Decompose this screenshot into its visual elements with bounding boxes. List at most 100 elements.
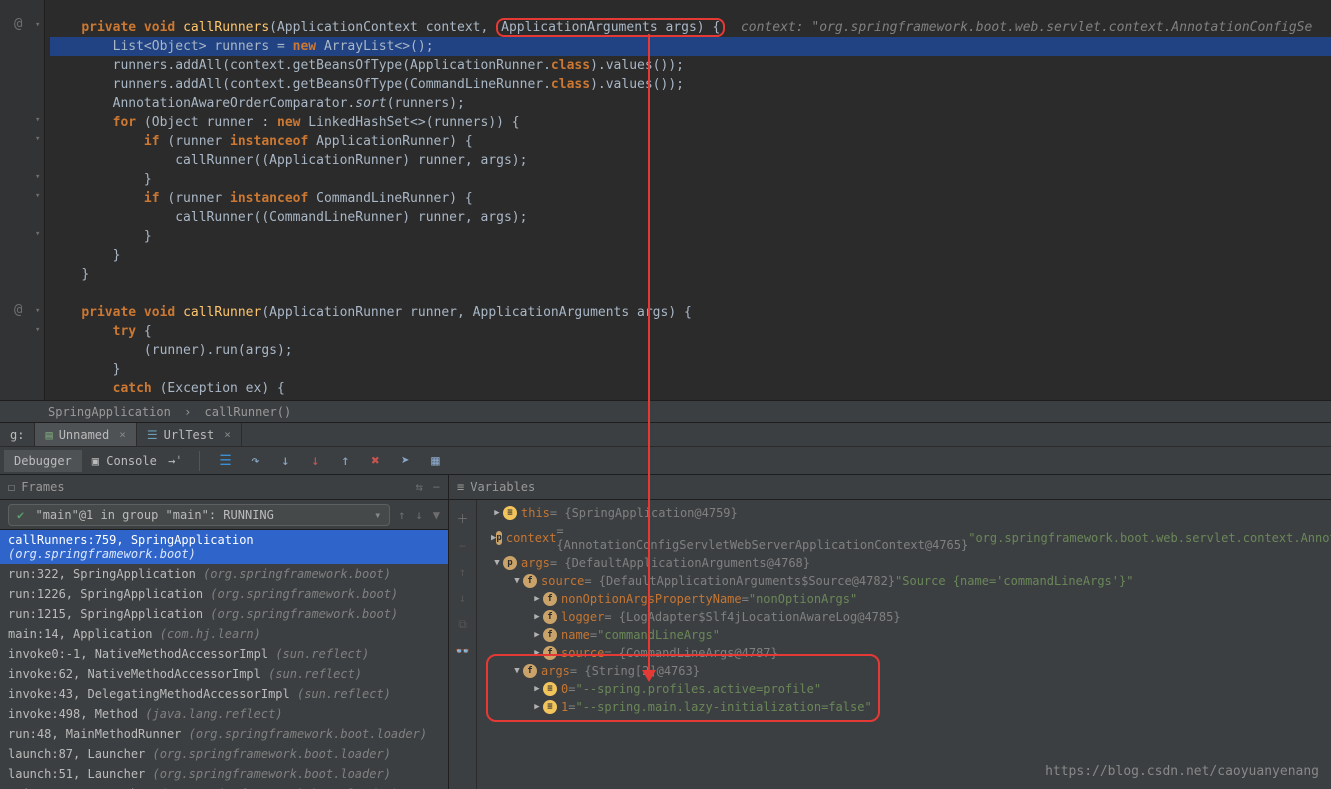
fold-icon[interactable]: ▾ [35,20,40,30]
console-tab[interactable]: ▣ Console →ˈ [82,450,193,472]
breadcrumb-item[interactable]: SpringApplication [48,405,171,419]
code-line: } [50,360,1331,379]
stack-frame[interactable]: run:1215, SpringApplication (org.springf… [0,604,448,624]
stack-frame[interactable]: invoke:498, Method (java.lang.reflect) [0,704,448,724]
fold-icon[interactable]: ▾ [35,306,40,316]
stack-frame[interactable]: main:14, Application (com.hj.learn) [0,624,448,644]
stack-frame[interactable]: callRunners:759, SpringApplication (org.… [0,530,448,564]
breadcrumb-item[interactable]: callRunner() [205,405,292,419]
remove-watch-icon[interactable]: − [459,539,466,553]
fold-icon[interactable]: ▾ [35,191,40,201]
step-over-icon[interactable]: ↷ [248,453,264,469]
code-line-highlighted: List<Object> runners = new ArrayList<>()… [50,37,1331,56]
next-frame-icon[interactable]: ↓ [416,508,423,522]
code-line: if (runner instanceof ApplicationRunner)… [50,132,1331,151]
collapse-icon[interactable]: ▼ [491,558,503,568]
fold-icon[interactable]: ▾ [35,229,40,239]
frames-list[interactable]: callRunners:759, SpringApplication (org.… [0,530,448,789]
expand-icon[interactable]: ▶ [531,702,543,712]
add-watch-icon[interactable]: ＋ [456,510,468,527]
var-source2[interactable]: ▶fsource = {CommandLineArgs@4787} [477,644,1331,662]
frames-panel-header: ☐ Frames ⇆ − [0,474,448,500]
code-line: runners.addAll(context.getBeansOfType(Ap… [50,56,1331,75]
restore-icon[interactable]: ⇆ [416,480,423,494]
field-icon: f [523,664,537,678]
breadcrumb[interactable]: SpringApplication › callRunner() [0,400,1331,422]
hide-icon[interactable]: − [433,480,440,494]
stack-frame[interactable]: run:322, SpringApplication (org.springfr… [0,564,448,584]
http-icon: ☰ [147,428,158,442]
stack-frame[interactable]: invoke:62, NativeMethodAccessorImpl (sun… [0,664,448,684]
tab-urltest[interactable]: ☰ UrlTest × [137,423,242,446]
var-name-field[interactable]: ▶fname = "commandLineArgs" [477,626,1331,644]
var-context[interactable]: ▶pcontext = {AnnotationConfigServletWebS… [477,522,1331,554]
stack-frame[interactable]: launch:87, Launcher (org.springframework… [0,744,448,764]
stack-frame[interactable]: invoke0:-1, NativeMethodAccessorImpl (su… [0,644,448,664]
fold-icon[interactable]: ▾ [35,115,40,125]
console-icon: ▣ [92,454,106,468]
stack-frame[interactable]: run:1226, SpringApplication (org.springf… [0,584,448,604]
expand-icon[interactable]: ▶ [491,508,503,518]
tool-tabs: g: ▤ Unnamed × ☰ UrlTest × [0,422,1331,446]
var-args[interactable]: ▼pargs = {DefaultApplicationArguments@47… [477,554,1331,572]
frames-icon: ☐ [8,480,15,494]
stack-frame[interactable]: run:48, MainMethodRunner (org.springfram… [0,724,448,744]
editor-gutter: @ ▾ ▾ ▾ ▾ ▾ ▾ @ ▾ ▾ [0,0,45,400]
step-into-icon[interactable]: ↓ [278,453,294,469]
fold-icon[interactable]: ▾ [35,172,40,182]
up-icon[interactable]: ↑ [459,565,466,579]
layout-icon[interactable]: ☰ [218,453,234,469]
fold-icon[interactable]: ▾ [35,325,40,335]
code-line: private void callRunner(ApplicationRunne… [50,303,1331,322]
var-logger[interactable]: ▶flogger = {LogAdapter$Slf4jLocationAwar… [477,608,1331,626]
expand-icon[interactable]: ▶ [531,594,543,604]
filter-icon[interactable]: ▼ [433,508,440,522]
force-step-into-icon[interactable]: ↓ [308,453,324,469]
prev-frame-icon[interactable]: ↑ [398,508,405,522]
code-line: if (runner instanceof CommandLineRunner)… [50,189,1331,208]
code-line: catch (Exception ex) { [50,379,1331,398]
stack-frame[interactable]: launch:51, Launcher (org.springframework… [0,764,448,784]
drop-frame-icon[interactable]: ✖ [368,453,384,469]
var-nonoption[interactable]: ▶fnonOptionArgsPropertyName = "nonOption… [477,590,1331,608]
expand-icon[interactable]: ▶ [531,648,543,658]
code-line: } [50,265,1331,284]
copy-icon[interactable]: ⧉ [458,617,467,632]
expand-icon[interactable]: ▶ [531,612,543,622]
evaluate-icon[interactable]: ▦ [428,453,444,469]
code-line: try { [50,322,1331,341]
var-source[interactable]: ▼fsource = {DefaultApplicationArguments$… [477,572,1331,590]
vars-icon: ≡ [457,480,464,494]
expand-icon[interactable]: ▶ [531,684,543,694]
var-array-0[interactable]: ▶≡0 = "--spring.profiles.active=profile" [477,680,1331,698]
thread-selector[interactable]: ✔ "main"@1 in group "main": RUNNING ▾ [8,504,390,526]
stack-frame[interactable]: main:52, JarLauncher (org.springframewor… [0,784,448,789]
code-line: for (Object runner : new LinkedHashSet<>… [50,113,1331,132]
code-area[interactable]: private void callRunners(ApplicationCont… [45,0,1331,398]
param-icon: p [503,556,517,570]
check-icon: ✔ [17,508,24,522]
code-line: } [50,227,1331,246]
expand-icon[interactable]: ▶ [531,630,543,640]
down-icon[interactable]: ↓ [459,591,466,605]
fold-icon[interactable]: ▾ [35,134,40,144]
watermark: https://blog.csdn.net/caoyuanyenang [1045,764,1319,779]
stack-frame[interactable]: invoke:43, DelegatingMethodAccessorImpl … [0,684,448,704]
close-icon[interactable]: × [119,428,126,441]
step-out-icon[interactable]: ↑ [338,453,354,469]
code-line: AnnotationAwareOrderComparator.sort(runn… [50,94,1331,113]
code-editor[interactable]: @ ▾ ▾ ▾ ▾ ▾ ▾ @ ▾ ▾ private void callRun… [0,0,1331,400]
var-args-array[interactable]: ▼fargs = {String[2]@4763} [477,662,1331,680]
glasses-icon[interactable]: 👓 [455,644,470,658]
collapse-icon[interactable]: ▼ [511,576,523,586]
debugger-tab[interactable]: Debugger [4,450,82,472]
code-line: private void callRunners(ApplicationCont… [50,18,1331,37]
var-this[interactable]: ▶≡this = {SpringApplication@4759} [477,504,1331,522]
run-to-cursor-icon[interactable]: ➤ [398,453,414,469]
close-icon[interactable]: × [224,428,231,441]
tab-unnamed[interactable]: ▤ Unnamed × [35,423,136,446]
variables-list[interactable]: ＋ − ↑ ↓ ⧉ 👓 ▶≡this = {SpringApplication@… [448,500,1331,789]
var-array-1[interactable]: ▶≡1 = "--spring.main.lazy-initialization… [477,698,1331,716]
index-icon: ≡ [543,700,557,714]
collapse-icon[interactable]: ▼ [511,666,523,676]
